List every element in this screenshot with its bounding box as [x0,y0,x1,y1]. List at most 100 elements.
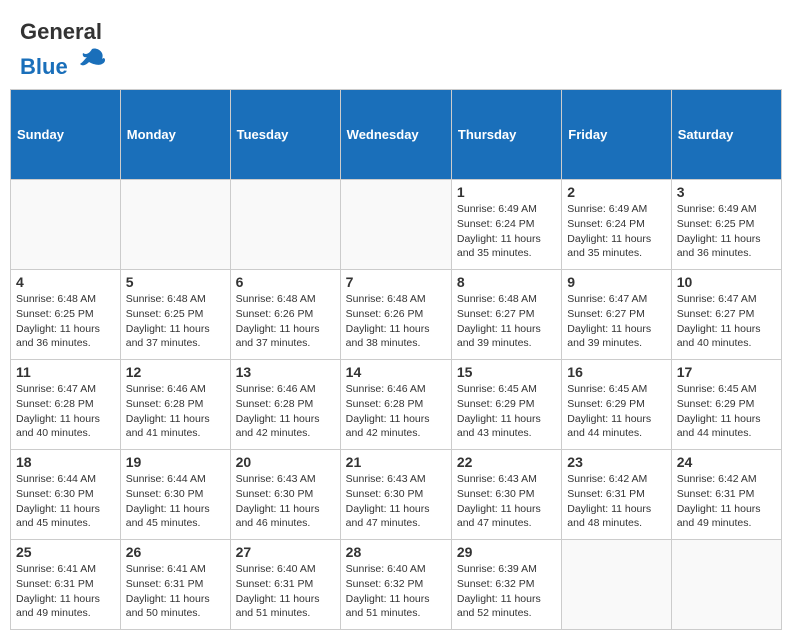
day-number: 16 [567,364,665,380]
calendar-week-4: 18 Sunrise: 6:44 AMSunset: 6:30 PMDayligh… [11,450,782,540]
calendar-cell: 19 Sunrise: 6:44 AMSunset: 6:30 PMDayligh… [120,450,230,540]
day-info: Sunrise: 6:42 AMSunset: 6:31 PMDaylight:… [567,472,665,531]
day-number: 9 [567,274,665,290]
day-number: 28 [346,544,446,560]
page-header: General Blue [10,10,782,84]
day-number: 1 [457,184,556,200]
calendar-cell: 23 Sunrise: 6:42 AMSunset: 6:31 PMDayligh… [562,450,671,540]
calendar-cell: 14 Sunrise: 6:46 AMSunset: 6:28 PMDayligh… [340,360,451,450]
day-number: 13 [236,364,335,380]
calendar-cell: 16 Sunrise: 6:45 AMSunset: 6:29 PMDayligh… [562,360,671,450]
day-number: 27 [236,544,335,560]
day-number: 11 [16,364,115,380]
calendar-cell: 6 Sunrise: 6:48 AMSunset: 6:26 PMDaylight… [230,270,340,360]
calendar-cell: 15 Sunrise: 6:45 AMSunset: 6:29 PMDayligh… [451,360,561,450]
calendar-table: SundayMondayTuesdayWednesdayThursdayFrid… [10,89,782,630]
calendar-cell: 9 Sunrise: 6:47 AMSunset: 6:27 PMDaylight… [562,270,671,360]
day-number: 19 [126,454,225,470]
day-number: 23 [567,454,665,470]
calendar-header-tuesday: Tuesday [230,90,340,180]
logo-general: General [20,19,102,44]
day-info: Sunrise: 6:49 AMSunset: 6:25 PMDaylight:… [677,202,776,261]
calendar-cell: 12 Sunrise: 6:46 AMSunset: 6:28 PMDayligh… [120,360,230,450]
day-number: 10 [677,274,776,290]
day-number: 17 [677,364,776,380]
day-number: 22 [457,454,556,470]
logo: General Blue [20,20,107,79]
day-info: Sunrise: 6:42 AMSunset: 6:31 PMDaylight:… [677,472,776,531]
day-info: Sunrise: 6:46 AMSunset: 6:28 PMDaylight:… [126,382,225,441]
day-info: Sunrise: 6:48 AMSunset: 6:25 PMDaylight:… [16,292,115,351]
day-info: Sunrise: 6:43 AMSunset: 6:30 PMDaylight:… [457,472,556,531]
day-number: 6 [236,274,335,290]
calendar-header-monday: Monday [120,90,230,180]
day-info: Sunrise: 6:41 AMSunset: 6:31 PMDaylight:… [16,562,115,621]
day-info: Sunrise: 6:40 AMSunset: 6:32 PMDaylight:… [346,562,446,621]
calendar-cell: 8 Sunrise: 6:48 AMSunset: 6:27 PMDaylight… [451,270,561,360]
calendar-cell: 11 Sunrise: 6:47 AMSunset: 6:28 PMDayligh… [11,360,121,450]
day-number: 15 [457,364,556,380]
day-info: Sunrise: 6:47 AMSunset: 6:28 PMDaylight:… [16,382,115,441]
calendar-cell [120,180,230,270]
calendar-cell: 27 Sunrise: 6:40 AMSunset: 6:31 PMDayligh… [230,540,340,630]
day-number: 8 [457,274,556,290]
day-number: 3 [677,184,776,200]
day-number: 29 [457,544,556,560]
calendar-cell: 29 Sunrise: 6:39 AMSunset: 6:32 PMDayligh… [451,540,561,630]
day-info: Sunrise: 6:41 AMSunset: 6:31 PMDaylight:… [126,562,225,621]
calendar-header-thursday: Thursday [451,90,561,180]
day-info: Sunrise: 6:45 AMSunset: 6:29 PMDaylight:… [457,382,556,441]
day-number: 14 [346,364,446,380]
calendar-cell [671,540,781,630]
calendar-cell [230,180,340,270]
day-number: 12 [126,364,225,380]
day-number: 20 [236,454,335,470]
calendar-cell: 24Sunrise: 6:42 AMSunset: 6:31 PMDayligh… [671,450,781,540]
calendar-cell: 1 Sunrise: 6:49 AMSunset: 6:24 PMDaylight… [451,180,561,270]
calendar-cell: 22 Sunrise: 6:43 AMSunset: 6:30 PMDayligh… [451,450,561,540]
logo-blue: Blue [20,54,68,79]
day-info: Sunrise: 6:46 AMSunset: 6:28 PMDaylight:… [346,382,446,441]
calendar-header-friday: Friday [562,90,671,180]
day-number: 4 [16,274,115,290]
day-info: Sunrise: 6:48 AMSunset: 6:26 PMDaylight:… [236,292,335,351]
calendar-cell: 7Sunrise: 6:48 AMSunset: 6:26 PMDaylight… [340,270,451,360]
day-info: Sunrise: 6:44 AMSunset: 6:30 PMDaylight:… [126,472,225,531]
calendar-cell: 21 Sunrise: 6:43 AMSunset: 6:30 PMDayligh… [340,450,451,540]
day-info: Sunrise: 6:46 AMSunset: 6:28 PMDaylight:… [236,382,335,441]
calendar-week-2: 4 Sunrise: 6:48 AMSunset: 6:25 PMDaylight… [11,270,782,360]
day-number: 5 [126,274,225,290]
day-info: Sunrise: 6:48 AMSunset: 6:25 PMDaylight:… [126,292,225,351]
calendar-week-3: 11 Sunrise: 6:47 AMSunset: 6:28 PMDayligh… [11,360,782,450]
calendar-cell: 4 Sunrise: 6:48 AMSunset: 6:25 PMDaylight… [11,270,121,360]
day-info: Sunrise: 6:43 AMSunset: 6:30 PMDaylight:… [346,472,446,531]
calendar-cell: 26 Sunrise: 6:41 AMSunset: 6:31 PMDayligh… [120,540,230,630]
calendar-header-saturday: Saturday [671,90,781,180]
calendar-cell: 18Sunrise: 6:44 AMSunset: 6:30 PMDayligh… [11,450,121,540]
day-info: Sunrise: 6:47 AMSunset: 6:27 PMDaylight:… [567,292,665,351]
calendar-header-row: SundayMondayTuesdayWednesdayThursdayFrid… [11,90,782,180]
calendar-cell: 13 Sunrise: 6:46 AMSunset: 6:28 PMDayligh… [230,360,340,450]
calendar-cell [11,180,121,270]
calendar-cell: 10 Sunrise: 6:47 AMSunset: 6:27 PMDayligh… [671,270,781,360]
day-number: 18 [16,454,115,470]
day-info: Sunrise: 6:49 AMSunset: 6:24 PMDaylight:… [457,202,556,261]
calendar-header-sunday: Sunday [11,90,121,180]
day-info: Sunrise: 6:48 AMSunset: 6:27 PMDaylight:… [457,292,556,351]
calendar-header-wednesday: Wednesday [340,90,451,180]
day-info: Sunrise: 6:40 AMSunset: 6:31 PMDaylight:… [236,562,335,621]
day-info: Sunrise: 6:45 AMSunset: 6:29 PMDaylight:… [677,382,776,441]
calendar-week-1: 1 Sunrise: 6:49 AMSunset: 6:24 PMDaylight… [11,180,782,270]
calendar-cell [340,180,451,270]
day-number: 21 [346,454,446,470]
calendar-cell: 5 Sunrise: 6:48 AMSunset: 6:25 PMDaylight… [120,270,230,360]
day-info: Sunrise: 6:45 AMSunset: 6:29 PMDaylight:… [567,382,665,441]
day-number: 26 [126,544,225,560]
day-number: 25 [16,544,115,560]
logo-bird-icon [77,44,107,74]
calendar-cell: 3 Sunrise: 6:49 AMSunset: 6:25 PMDaylight… [671,180,781,270]
calendar-cell: 20Sunrise: 6:43 AMSunset: 6:30 PMDayligh… [230,450,340,540]
day-info: Sunrise: 6:39 AMSunset: 6:32 PMDaylight:… [457,562,556,621]
calendar-cell [562,540,671,630]
day-info: Sunrise: 6:47 AMSunset: 6:27 PMDaylight:… [677,292,776,351]
